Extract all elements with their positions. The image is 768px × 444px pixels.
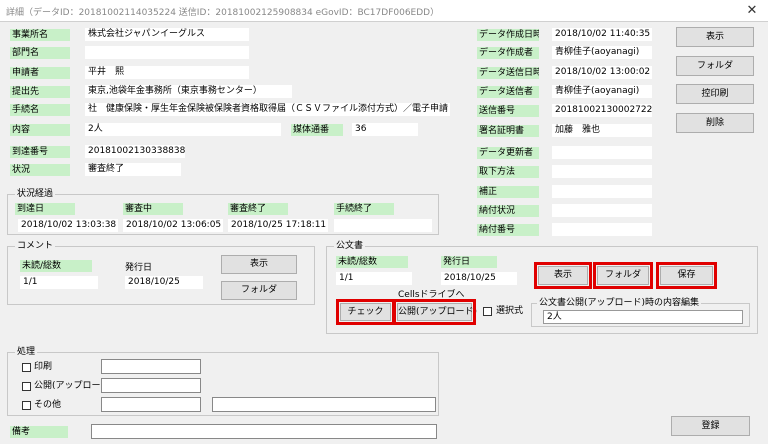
official-unread-label: 未読/総数 — [336, 256, 408, 268]
jimusho-value: 株式会社ジャパンイーグルス — [85, 28, 249, 41]
baitai-label: 媒体通番 — [291, 124, 343, 136]
naiyo-value: 2人 — [85, 123, 281, 136]
tetsuzuki-label: 手続名 — [10, 104, 70, 116]
sakuseisha-value: 青柳佳子(aoyanagi) — [552, 46, 652, 59]
status-value-reviewing: 2018/10/02 13:06:05 — [123, 219, 223, 232]
totatsu-value: 201810021303388380 — [85, 145, 185, 158]
check-button[interactable]: チェック — [336, 299, 395, 325]
comment-issue-label: 発行日 — [125, 263, 153, 273]
nofu-jokyo-value — [552, 204, 652, 217]
tetsuzuki-value: 社 健康保険・厚生年金保険被保険者資格取得届（ＣＳＶファイル添付方式）／電子申請 — [85, 103, 450, 116]
status-progress-title: 状況経過 — [15, 189, 56, 199]
print-checkbox[interactable] — [22, 363, 31, 372]
koshinsha-value — [552, 146, 652, 159]
print-copy-button[interactable]: 控印刷 — [676, 84, 754, 104]
status-value-finished — [334, 219, 432, 232]
title-bar: 詳細（データID：20181002114035224 送信ID：20181002… — [0, 0, 768, 22]
official-save-button[interactable]: 保存 — [656, 262, 717, 289]
torisage-label: 取下方法 — [477, 166, 539, 178]
official-issue-value: 2018/10/25 — [441, 272, 517, 285]
jokyo-label: 状況 — [10, 164, 70, 176]
bumon-value — [85, 46, 249, 59]
comment-show-button[interactable]: 表示 — [221, 255, 297, 274]
shomeisho-label: 署名証明書 — [477, 125, 539, 137]
teishutsu-label: 提出先 — [10, 86, 70, 98]
shinseisha-label: 申請者 — [10, 67, 70, 79]
hosei-label: 補正 — [477, 186, 539, 198]
hosei-value — [552, 185, 652, 198]
soshinsha-value: 青柳佳子(aoyanagi) — [552, 85, 652, 98]
register-button[interactable]: 登録 — [671, 416, 750, 436]
soshin-nichiji-label: データ送信日時 — [477, 67, 539, 79]
show-button[interactable]: 表示 — [676, 27, 754, 47]
baitai-value: 36 — [352, 123, 418, 136]
delete-button[interactable]: 削除 — [676, 113, 754, 133]
comment-unread-label: 未読/総数 — [20, 260, 92, 272]
other-detail-input[interactable] — [212, 397, 436, 412]
nofu-bango-label: 納付番号 — [477, 224, 539, 236]
official-folder-button[interactable]: フォルダ — [593, 262, 653, 289]
status-header-reviewing: 審査中 — [123, 203, 183, 215]
official-unread-value: 1/1 — [336, 272, 412, 285]
comment-title: コメント — [15, 241, 56, 251]
shinseisha-value: 平井 熙 — [85, 66, 249, 79]
comment-unread-value: 1/1 — [20, 276, 98, 289]
remarks-label: 備考 — [10, 426, 68, 438]
status-header-arrival: 到達日 — [15, 203, 75, 215]
other-label: その他 — [34, 400, 62, 410]
official-show-button[interactable]: 表示 — [534, 262, 592, 289]
sakuseisha-label: データ作成者 — [477, 47, 539, 59]
bumon-label: 部門名 — [10, 47, 70, 59]
remarks-input[interactable] — [91, 424, 437, 439]
naiyo-label: 内容 — [10, 124, 70, 136]
jokyo-value: 審査終了 — [85, 163, 181, 176]
status-header-reviewed: 審査終了 — [228, 203, 288, 215]
koshinsha-label: データ更新者 — [477, 147, 539, 159]
publish-checkbox[interactable] — [22, 382, 31, 391]
shomeisho-value: 加藤 雅也 — [552, 124, 652, 137]
select-mode-checkbox[interactable] — [483, 307, 492, 316]
soshinsha-label: データ送信者 — [477, 86, 539, 98]
publish-edit-title: 公文書公開(アップロード)時の内容編集 — [537, 298, 702, 308]
nofu-jokyo-label: 納付状況 — [477, 205, 539, 217]
soshin-nichiji-value: 2018/10/02 13:00:02 — [552, 66, 652, 79]
select-mode-label: 選択式 — [496, 306, 524, 316]
status-value-reviewed: 2018/10/25 17:18:11 — [228, 219, 328, 232]
totatsu-label: 到達番号 — [10, 146, 70, 158]
jimusho-label: 事業所名 — [10, 29, 70, 41]
soshin-bango-value: 201810021300027226 — [552, 104, 652, 117]
process-title: 処理 — [15, 347, 38, 357]
folder-button[interactable]: フォルダ — [676, 56, 754, 76]
soshin-bango-label: 送信番号 — [477, 105, 539, 117]
official-doc-title: 公文書 — [334, 241, 366, 251]
status-value-arrival: 2018/10/02 13:03:38 — [18, 219, 118, 232]
window-title: 詳細（データID：20181002114035224 送信ID：20181002… — [6, 8, 440, 18]
cells-drive-label: Cellsドライブへ — [398, 290, 465, 300]
print-label: 印刷 — [34, 362, 53, 372]
sakusei-nichiji-value: 2018/10/02 11:40:35 — [552, 28, 652, 41]
comment-issue-value: 2018/10/25 — [125, 276, 203, 289]
other-input[interactable] — [101, 397, 201, 412]
teishutsu-value: 東京,池袋年金事務所（東京事務センター） — [85, 85, 292, 98]
publish-edit-input[interactable]: 2人 — [543, 310, 743, 324]
publish-input[interactable] — [101, 378, 201, 393]
official-issue-label: 発行日 — [441, 256, 497, 268]
sakusei-nichiji-label: データ作成日時 — [477, 29, 539, 41]
status-header-finished: 手続終了 — [334, 203, 394, 215]
nofu-bango-value — [552, 223, 652, 236]
publish-upload-button[interactable]: 公開(アップロード) — [393, 299, 477, 325]
close-icon[interactable]: ✕ — [742, 2, 762, 20]
comment-folder-button[interactable]: フォルダ — [221, 281, 297, 300]
print-input[interactable] — [101, 359, 201, 374]
torisage-value — [552, 165, 652, 178]
other-checkbox[interactable] — [22, 401, 31, 410]
